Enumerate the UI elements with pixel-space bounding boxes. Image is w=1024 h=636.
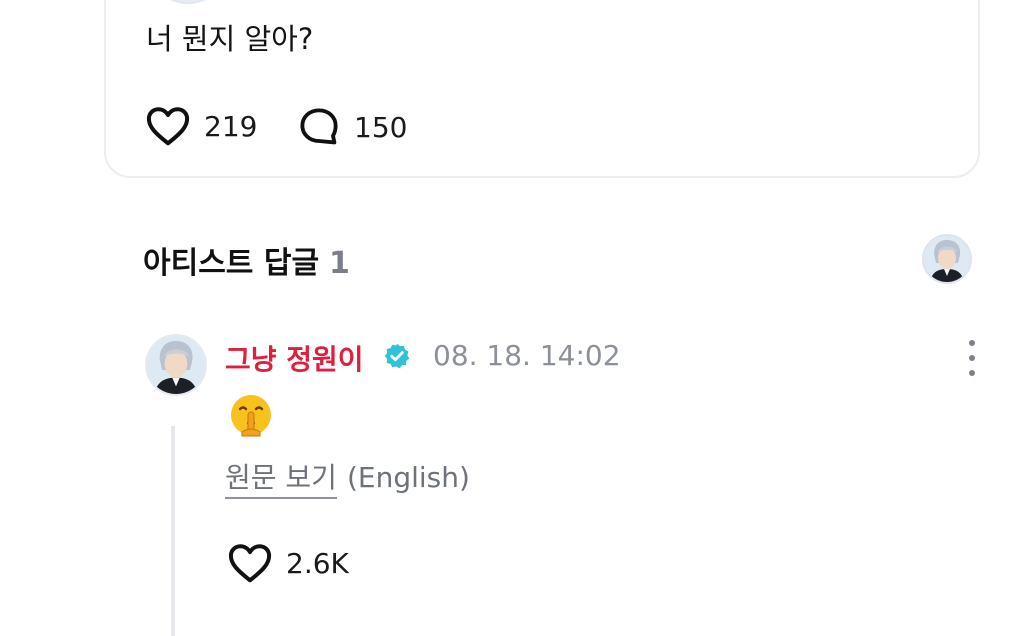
reply-author-name[interactable]: 그냥 정원이 <box>225 338 364 378</box>
reply-like-count: 2.6K <box>286 546 349 580</box>
heart-icon <box>228 544 272 583</box>
post-comment-button[interactable]: 150 <box>298 106 407 148</box>
translate-row: 원문 보기 (English) <box>225 456 470 499</box>
original-language: (English) <box>346 461 470 494</box>
comment-bubble-icon <box>300 108 338 145</box>
shushing-face-emoji <box>231 395 271 437</box>
more-vertical-icon[interactable] <box>961 340 983 376</box>
artist-avatar[interactable] <box>922 234 972 284</box>
post-like-count: 219 <box>204 109 258 143</box>
post-author-avatar[interactable] <box>146 0 230 4</box>
reply-author-avatar[interactable] <box>145 334 207 396</box>
reply-timestamp: 08. 18. 14:02 <box>433 339 621 372</box>
post-text: 너 뭔지 알아? <box>146 22 314 56</box>
verified-badge-icon <box>384 343 410 369</box>
thread-line <box>171 426 175 636</box>
view-original-link[interactable]: 원문 보기 <box>225 461 337 499</box>
section-title-text: 아티스트 답글 <box>143 246 320 281</box>
artist-avatar-image <box>924 236 970 282</box>
reply-like-button[interactable]: 2.6K <box>228 543 349 583</box>
post-comment-count: 150 <box>354 110 408 144</box>
section-title: 아티스트 답글 1 <box>143 238 350 282</box>
post-like-button[interactable]: 219 <box>146 106 257 146</box>
heart-icon <box>146 107 190 146</box>
reply-author-avatar-image <box>147 336 205 394</box>
section-count: 1 <box>329 246 350 281</box>
